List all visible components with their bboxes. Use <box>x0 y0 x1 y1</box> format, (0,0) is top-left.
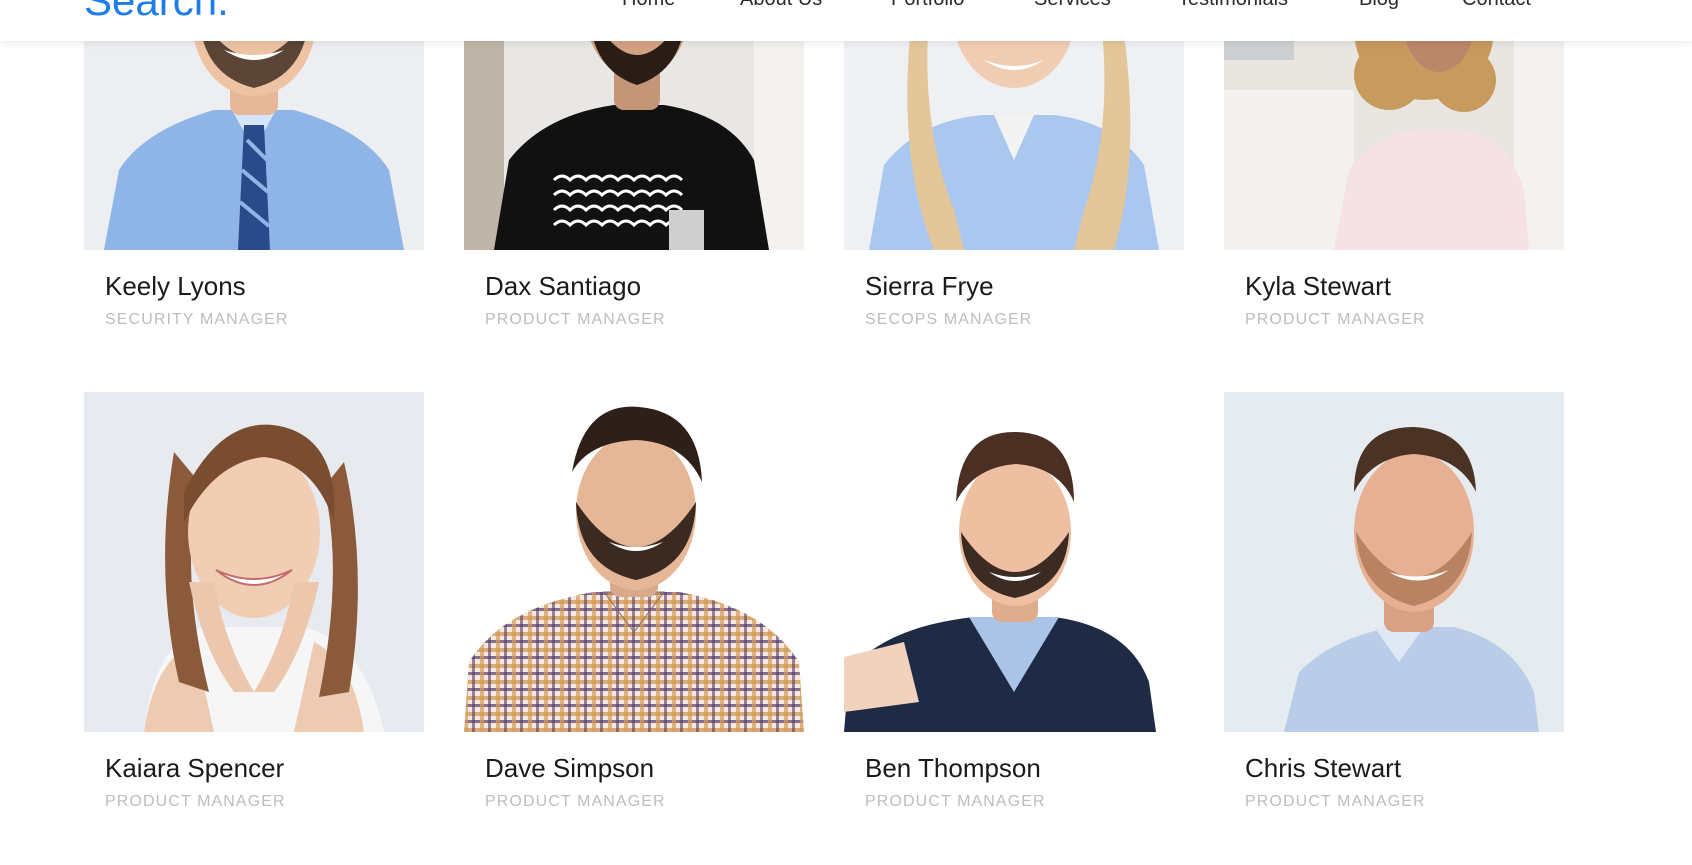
member-name: Kaiara Spencer <box>105 753 285 783</box>
nav-item-portfolio[interactable]: Portfolio <box>891 0 964 11</box>
team-card[interactable]: Dave Simpson PRODUCT MANAGER <box>464 392 804 811</box>
nav-item-about-us[interactable]: About Us <box>740 0 822 11</box>
member-role: PRODUCT MANAGER <box>485 792 666 810</box>
member-name: Keely Lyons <box>105 271 246 301</box>
nav-item-home[interactable]: Home <box>622 0 675 11</box>
team-card[interactable]: Kaiara Spencer PRODUCT MANAGER <box>84 392 424 811</box>
member-name: Dave Simpson <box>485 753 655 783</box>
member-name: Ben Thompson <box>865 753 1041 783</box>
member-photo <box>464 392 804 732</box>
nav-item-services[interactable]: Services <box>1034 0 1111 11</box>
member-name: Dax Santiago <box>485 271 642 301</box>
member-role: SECOPS MANAGER <box>865 310 1033 328</box>
team-card[interactable]: Chris Stewart PRODUCT MANAGER <box>1224 392 1564 811</box>
member-role: PRODUCT MANAGER <box>485 310 666 328</box>
nav-item-contact[interactable]: Contact <box>1462 0 1531 11</box>
member-role: SECURITY MANAGER <box>105 310 289 328</box>
team-page: Search. Home About Us Portfolio Services… <box>0 0 1692 865</box>
member-name: Sierra Frye <box>865 271 994 301</box>
member-role: PRODUCT MANAGER <box>865 792 1046 810</box>
member-role: PRODUCT MANAGER <box>105 792 286 810</box>
member-name: Chris Stewart <box>1245 753 1402 783</box>
member-name: Kyla Stewart <box>1245 271 1391 301</box>
nav-item-testimonials[interactable]: Testimonials <box>1178 0 1288 11</box>
member-role: PRODUCT MANAGER <box>1245 310 1426 328</box>
main-nav: Home About Us Portfolio Services Testimo… <box>0 0 1692 18</box>
team-card[interactable]: Ben Thompson PRODUCT MANAGER <box>844 392 1184 811</box>
team-card[interactable]: Dax Santiago PRODUCT MANAGER <box>464 0 804 329</box>
team-card[interactable]: Sierra Frye SECOPS MANAGER <box>844 0 1184 329</box>
team-card[interactable]: Kyla Stewart PRODUCT MANAGER <box>1224 0 1564 329</box>
nav-item-blog[interactable]: Blog <box>1359 0 1399 11</box>
site-header: Search. Home About Us Portfolio Services… <box>0 0 1692 41</box>
member-photo <box>1224 392 1564 732</box>
member-role: PRODUCT MANAGER <box>1245 792 1426 810</box>
member-photo <box>84 392 424 732</box>
team-card[interactable]: Keely Lyons SECURITY MANAGER <box>84 0 424 329</box>
member-photo <box>844 392 1184 732</box>
